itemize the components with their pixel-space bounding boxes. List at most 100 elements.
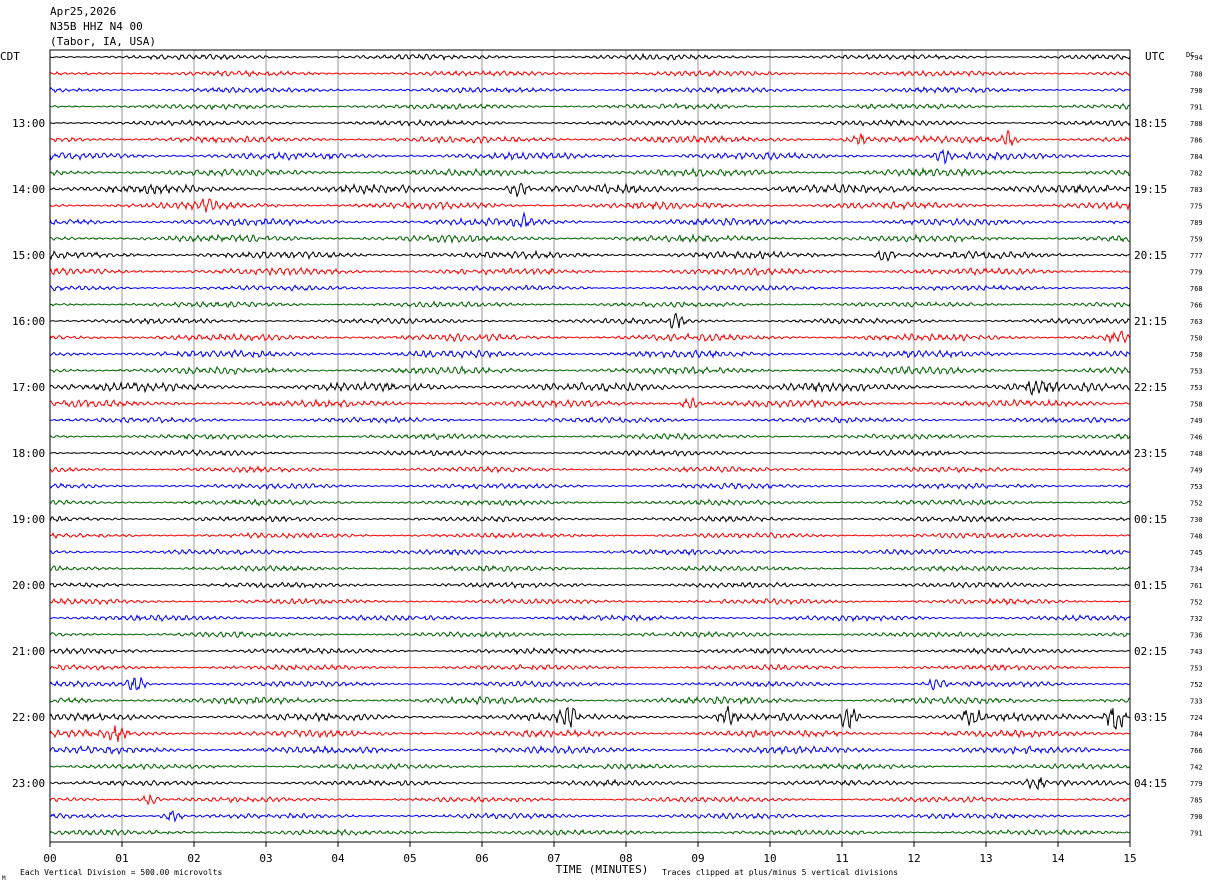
left-time-label: 16:00 [12, 315, 45, 328]
dc-offset-label: 779 [1190, 780, 1203, 788]
trace-3 [49, 102, 1131, 111]
left-time-label: 19:00 [12, 513, 45, 526]
x-tick-label-12: 12 [907, 852, 920, 865]
dc-offset-label: 782 [1190, 170, 1203, 178]
trace-15 [49, 300, 1131, 308]
dc-offset-label: 730 [1190, 516, 1203, 524]
dc-offset-label: 753 [1190, 483, 1203, 491]
trace-14 [49, 284, 1131, 292]
left-time-label: 18:00 [12, 447, 45, 460]
left-time-label: 20:00 [12, 579, 45, 592]
trace-42 [49, 744, 1131, 756]
trace-12 [49, 249, 1131, 262]
dc-offset-label: 734 [1190, 566, 1203, 574]
x-tick-label-14: 14 [1051, 852, 1065, 865]
dc-offset-label: 745 [1190, 549, 1203, 557]
dc-offset-label: 763 [1190, 318, 1203, 326]
x-tick-label-01: 01 [115, 852, 128, 865]
dc-offset-label: 752 [1190, 599, 1203, 607]
dc-offset-label: 753 [1190, 384, 1203, 392]
right-time-label: 04:15 [1134, 777, 1167, 790]
trace-0 [49, 52, 1131, 62]
x-tick-label-06: 06 [475, 852, 488, 865]
trace-9 [49, 198, 1131, 213]
dc-offset-label: 749 [1190, 467, 1203, 475]
right-timezone-label: UTC [1145, 50, 1165, 63]
scale-note: Each Vertical Division = 500.00 microvol… [20, 868, 222, 877]
dc-offset-label: 790 [1190, 87, 1203, 95]
dc-offset-label: 742 [1190, 764, 1203, 772]
right-time-label: 00:15 [1134, 513, 1167, 526]
trace-5 [49, 129, 1131, 146]
trace-4 [49, 118, 1131, 127]
trace-37 [49, 663, 1131, 672]
trace-40 [49, 705, 1131, 730]
trace-23 [49, 432, 1131, 441]
trace-13 [49, 266, 1131, 277]
right-time-label: 03:15 [1134, 711, 1167, 724]
dc-offset-label: 752 [1190, 500, 1203, 508]
x-tick-label-10: 10 [763, 852, 776, 865]
helicorder-chart: 00 01 02 03 04 05 06 07 08 09 10 11 12 13 14 15 13:0014… [0, 5, 1203, 882]
dc-offset-label: 724 [1190, 714, 1203, 722]
clip-note: Traces clipped at plus/minus 5 vertical … [662, 868, 898, 877]
right-time-label: 02:15 [1134, 645, 1167, 658]
dc-offset-label: 733 [1190, 698, 1203, 706]
dc-offset-label: 758 [1190, 401, 1203, 409]
trace-35 [49, 630, 1131, 639]
dc-offset-label: 752 [1190, 681, 1203, 689]
trace-45 [49, 793, 1131, 806]
left-time-label: 15:00 [12, 249, 45, 262]
header-station: N35B HHZ N4 00 [50, 20, 143, 33]
dc-offset-label: 761 [1190, 582, 1203, 590]
trace-18 [49, 348, 1131, 359]
dc-offset-label: 749 [1190, 417, 1203, 425]
left-time-label: 14:00 [12, 183, 45, 196]
left-time-label: 23:00 [12, 777, 45, 790]
trace-44 [49, 777, 1131, 791]
trace-43 [49, 762, 1131, 771]
dc-offset-label: 768 [1190, 285, 1203, 293]
dc-offset-label: 748 [1190, 450, 1203, 458]
trace-2 [49, 86, 1131, 95]
trace-46 [50, 810, 1131, 823]
dc-label: DC [1186, 51, 1194, 59]
left-time-label: 17:00 [12, 381, 45, 394]
right-time-label: 22:15 [1134, 381, 1167, 394]
dc-offset-label: 785 [1190, 797, 1203, 805]
dc-offset-labels: 7947887907917887867847827837757897597777… [1190, 54, 1203, 838]
header-date: Apr25,2026 [50, 5, 116, 18]
trace-29 [49, 531, 1131, 540]
x-tick-label-04: 04 [331, 852, 345, 865]
trace-39 [49, 695, 1131, 706]
trace-11 [49, 233, 1131, 245]
corner-mark: M [2, 875, 6, 882]
left-timezone-label: CDT [0, 50, 20, 63]
right-time-label: 18:15 [1134, 117, 1167, 130]
trace-10 [49, 211, 1131, 229]
trace-31 [49, 564, 1131, 573]
left-time-labels: 13:00 14:00 15:00 16:00 17:00 18:00 19:00 20:00… [12, 117, 45, 790]
trace-25 [49, 465, 1131, 474]
left-time-label: 13:00 [12, 117, 45, 130]
dc-offset-label: 791 [1190, 830, 1203, 838]
trace-7 [49, 166, 1131, 178]
dc-offset-label: 759 [1190, 236, 1203, 244]
x-tick-label-02: 02 [187, 852, 200, 865]
x-tick-label-13: 13 [979, 852, 992, 865]
trace-41 [49, 725, 1131, 743]
trace-20 [49, 379, 1131, 396]
trace-26 [49, 482, 1131, 490]
trace-28 [49, 515, 1131, 523]
seismic-traces [49, 52, 1131, 837]
left-time-label: 22:00 [12, 711, 45, 724]
trace-47 [49, 828, 1131, 837]
trace-30 [49, 548, 1131, 557]
right-time-label: 20:15 [1134, 249, 1167, 262]
trace-22 [50, 416, 1131, 425]
trace-8 [49, 182, 1131, 197]
dc-offset-label: 786 [1190, 137, 1203, 145]
minute-gridlines [121, 50, 1059, 842]
dc-offset-label: 777 [1190, 252, 1203, 260]
dc-offset-label: 743 [1190, 648, 1203, 656]
